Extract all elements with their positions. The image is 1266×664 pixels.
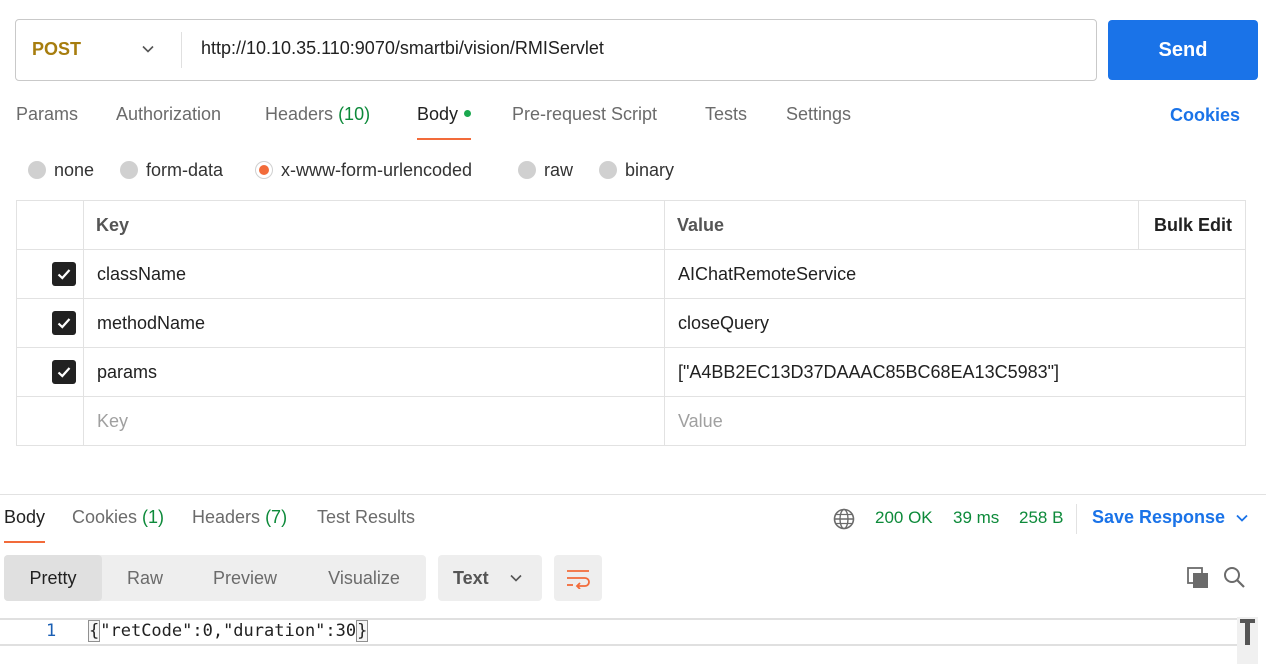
response-body-text: "retCode":0,"duration":30: [100, 621, 357, 641]
tab-settings[interactable]: Settings: [786, 104, 851, 140]
tab-params[interactable]: Params: [16, 104, 78, 140]
radio-x-www-form-urlencoded[interactable]: x-www-form-urlencoded: [255, 158, 472, 182]
table-header-row: Key Value Bulk Edit: [17, 201, 1245, 250]
tab-tests[interactable]: Tests: [705, 104, 747, 140]
value-input[interactable]: Value: [678, 397, 723, 445]
table-row: params ["A4BB2EC13D37DAAAC85BC68EA13C598…: [17, 348, 1245, 397]
params-table: Key Value Bulk Edit className AIChatRemo…: [16, 200, 1246, 446]
cookies-link[interactable]: Cookies: [1170, 105, 1240, 126]
line-number: 1: [46, 621, 57, 641]
resp-tab-body[interactable]: Body: [4, 507, 46, 543]
view-visualize[interactable]: Visualize: [302, 555, 426, 601]
radio-raw[interactable]: raw: [518, 158, 573, 182]
response-time[interactable]: 39 ms: [953, 508, 999, 528]
chevron-down-icon[interactable]: [141, 42, 155, 56]
tab-pre-request-script[interactable]: Pre-request Script: [512, 104, 657, 140]
row-checkbox[interactable]: [52, 311, 76, 335]
row-checkbox[interactable]: [52, 262, 76, 286]
value-header: Value: [677, 214, 725, 235]
open-brace: {: [88, 620, 101, 642]
table-row: className AIChatRemoteService: [17, 250, 1245, 299]
status-code[interactable]: 200 OK: [875, 508, 933, 528]
row-value[interactable]: AIChatRemoteService: [678, 250, 856, 298]
tab-headers[interactable]: Headers (10): [265, 104, 370, 140]
row-value[interactable]: closeQuery: [678, 299, 769, 347]
radio-circle: [120, 161, 138, 179]
search-icon[interactable]: [1222, 565, 1246, 589]
check-icon: [57, 367, 71, 378]
wrap-icon: [567, 570, 590, 589]
view-preview[interactable]: Preview: [188, 555, 302, 601]
radio-form-data[interactable]: form-data: [120, 158, 223, 182]
column-divider: [1138, 201, 1139, 249]
row-key[interactable]: methodName: [97, 299, 205, 347]
resp-tab-headers[interactable]: Headers (7): [192, 507, 287, 543]
table-row: methodName closeQuery: [17, 299, 1245, 348]
copy-icon[interactable]: [1186, 566, 1210, 590]
url-input[interactable]: http://10.10.35.110:9070/smartbi/vision/…: [201, 38, 604, 59]
tab-authorization[interactable]: Authorization: [116, 104, 221, 140]
row-key[interactable]: params: [97, 348, 157, 396]
wrap-lines-button[interactable]: [554, 555, 602, 601]
radio-circle-selected: [255, 161, 273, 179]
key-header: Key: [96, 214, 130, 235]
row-key[interactable]: className: [97, 250, 186, 298]
radio-binary[interactable]: binary: [599, 158, 674, 182]
response-body[interactable]: {"retCode":0,"duration":30}: [88, 620, 369, 642]
resp-tab-test-results[interactable]: Test Results: [317, 507, 415, 543]
view-pretty[interactable]: Pretty: [4, 555, 102, 601]
send-button[interactable]: Send: [1108, 20, 1258, 80]
headers-count: (10): [338, 104, 371, 124]
check-icon: [57, 318, 71, 329]
radio-circle: [599, 161, 617, 179]
divider: [181, 32, 182, 68]
format-select[interactable]: Text: [438, 555, 542, 601]
resp-tab-cookies[interactable]: Cookies (1): [72, 507, 164, 543]
response-size[interactable]: 258 B: [1019, 508, 1063, 528]
table-row-empty: Key Value: [17, 397, 1245, 446]
divider: [1076, 504, 1077, 534]
close-brace: }: [356, 620, 369, 642]
radio-circle: [518, 161, 536, 179]
radio-none[interactable]: none: [28, 158, 94, 182]
chevron-down-icon: [1236, 514, 1248, 522]
radio-circle: [28, 161, 46, 179]
body-indicator-dot: [464, 109, 472, 117]
panel-divider[interactable]: [0, 494, 1266, 495]
method-select[interactable]: POST: [32, 39, 81, 60]
scrollbar-thumb[interactable]: [1237, 617, 1258, 664]
save-response-button[interactable]: Save Response: [1092, 507, 1249, 528]
url-bar: POST http://10.10.35.110:9070/smartbi/vi…: [15, 19, 1097, 81]
check-icon: [57, 269, 71, 280]
view-raw[interactable]: Raw: [102, 555, 188, 601]
globe-icon[interactable]: [833, 508, 855, 530]
cookies-count: (1): [142, 507, 165, 527]
headers-count: (7): [265, 507, 288, 527]
key-input[interactable]: Key: [97, 397, 128, 445]
bulk-edit-button[interactable]: Bulk Edit: [1154, 201, 1232, 249]
tab-body[interactable]: Body: [417, 104, 472, 140]
chevron-down-icon: [510, 574, 522, 582]
row-value[interactable]: ["A4BB2EC13D37DAAAC85BC68EA13C5983"]: [678, 348, 1059, 396]
row-checkbox[interactable]: [52, 360, 76, 384]
view-mode-toggle: Pretty Raw Preview Visualize: [4, 555, 426, 601]
